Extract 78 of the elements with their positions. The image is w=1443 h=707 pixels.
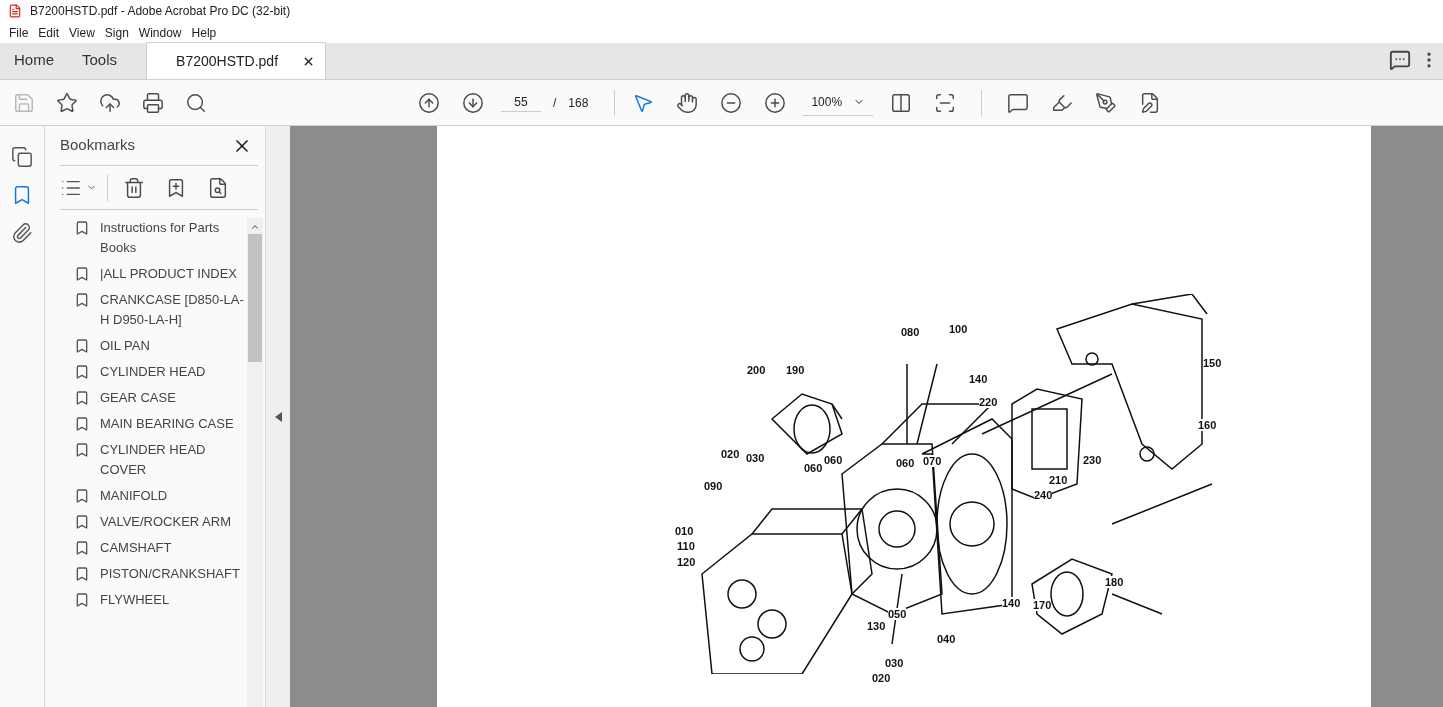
bookmark-icon — [74, 364, 90, 380]
bookmark-icon — [74, 540, 90, 556]
bookmark-icon — [74, 514, 90, 530]
menu-item[interactable]: File — [4, 23, 34, 42]
part-number-label: 020 — [872, 672, 891, 684]
menu-item[interactable]: Help — [186, 23, 222, 42]
part-number-label: 150 — [1203, 357, 1222, 369]
bookmark-item[interactable]: FLYWHEEL — [100, 590, 247, 610]
bookmark-item[interactable]: MANIFOLD — [100, 486, 247, 506]
part-number-label: 160 — [1198, 419, 1217, 431]
bookmark-icon — [74, 390, 90, 406]
part-number-label: 050 — [888, 608, 907, 620]
bookmark-icon — [74, 442, 90, 458]
bookmark-icon — [74, 488, 90, 504]
part-number-label: 090 — [704, 480, 723, 492]
bookmark-icon — [74, 416, 90, 432]
bookmark-item[interactable]: OIL PAN — [100, 336, 247, 356]
part-number-label: 060 — [804, 462, 823, 474]
bookmark-item[interactable]: CYLINDER HEAD — [100, 362, 247, 382]
part-number-label: 140 — [1002, 597, 1021, 609]
bookmark-item[interactable]: CYLINDER HEAD COVER — [100, 440, 247, 480]
part-number-label: 080 — [901, 326, 920, 338]
part-number-label: 100 — [949, 323, 968, 335]
menu-item[interactable]: Window — [133, 23, 187, 42]
part-number-label: 020 — [721, 448, 740, 460]
part-number-label: 230 — [1083, 454, 1102, 466]
page-total: 168 — [568, 94, 589, 112]
part-number-label: 060 — [824, 454, 843, 466]
part-number-label: 180 — [1105, 576, 1124, 588]
part-number-label: 170 — [1033, 599, 1052, 611]
part-number-label: 210 — [1049, 474, 1068, 486]
bookmark-icon — [74, 566, 90, 582]
zoom-dropdown[interactable]: 100% — [803, 89, 874, 116]
window-title: B7200HSTD.pdf - Adobe Acrobat Pro DC (32-bit) — [30, 3, 291, 20]
bookmark-icon — [74, 266, 90, 282]
bookmark-icon — [74, 220, 90, 236]
panel-title: Bookmarks — [60, 135, 136, 156]
part-number-label: 060 — [896, 457, 915, 469]
bookmark-icon — [74, 292, 90, 308]
part-number-label: 070 — [923, 455, 942, 467]
bookmark-item[interactable]: CAMSHAFT — [100, 538, 247, 558]
comment-icon[interactable] — [1389, 49, 1411, 71]
part-number-label: 010 — [675, 525, 694, 537]
bookmark-item[interactable]: MAIN BEARING CASE — [100, 414, 247, 434]
menu-item[interactable]: Sign — [99, 23, 134, 42]
collapse-panel-icon[interactable] — [274, 411, 282, 422]
bookmark-icon — [74, 338, 90, 354]
tab[interactable]: Tools — [74, 42, 126, 79]
part-number-label: 220 — [979, 396, 998, 408]
bookmark-item[interactable]: PISTON/CRANKSHAFT — [100, 564, 247, 584]
pages-panel-icon[interactable] — [11, 146, 33, 168]
part-number-label: 030 — [746, 452, 765, 464]
part-number-label: 240 — [1034, 489, 1053, 501]
part-number-label: 200 — [747, 364, 766, 376]
scrollbar-thumb[interactable] — [248, 234, 262, 362]
part-number-label: 140 — [969, 373, 988, 385]
part-number-label: 120 — [677, 556, 696, 568]
page-number-field[interactable]: 55 — [501, 93, 541, 112]
pdf-file-icon — [8, 4, 22, 18]
menu-item[interactable]: View — [64, 23, 100, 42]
bookmark-item[interactable]: |ALL PRODUCT INDEX — [100, 264, 247, 284]
part-number-label: 190 — [786, 364, 805, 376]
bookmark-icon — [74, 592, 90, 608]
tab[interactable]: Home — [6, 42, 62, 79]
scrollbar[interactable] — [247, 218, 263, 707]
bookmark-item[interactable]: CRANKCASE [D850-LA-H D950-LA-H] — [100, 290, 247, 330]
tab[interactable]: B7200HSTD.pdf — [146, 42, 327, 79]
part-number-label: 040 — [937, 633, 956, 645]
scroll-up-icon[interactable] — [250, 222, 260, 232]
bookmark-item[interactable]: VALVE/ROCKER ARM — [100, 512, 247, 532]
part-number-label: 130 — [867, 620, 886, 632]
attachments-panel-icon[interactable] — [11, 222, 33, 244]
part-number-label: 110 — [677, 540, 695, 552]
menu-item[interactable]: Edit — [33, 23, 65, 42]
bookmark-item[interactable]: GEAR CASE — [100, 388, 247, 408]
bookmark-item[interactable]: Instructions for Parts Books — [100, 218, 247, 258]
part-number-label: 030 — [885, 657, 904, 669]
page-separator: / — [553, 94, 557, 112]
